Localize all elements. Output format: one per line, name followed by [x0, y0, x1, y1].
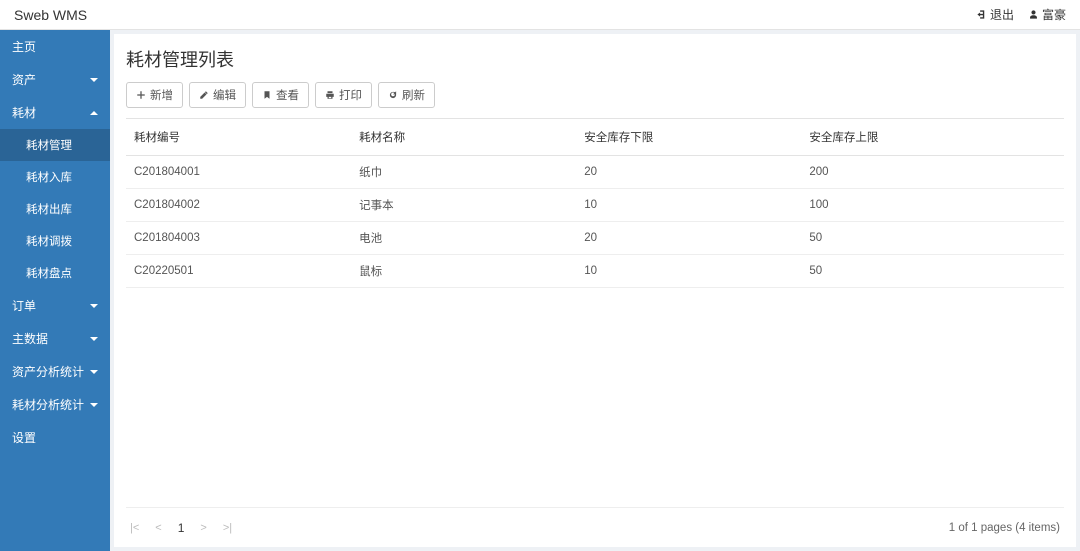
edit-label: 编辑 — [213, 87, 236, 103]
sidebar-item[interactable]: 资产 — [0, 63, 110, 96]
user-icon — [1028, 9, 1039, 20]
pager-controls: |< < 1 > >| — [130, 521, 232, 535]
sidebar-item-label: 资产 — [12, 71, 36, 88]
main-area: 耗材管理列表 新增 编辑 查看 打印 — [110, 30, 1080, 551]
pager-current: 1 — [178, 521, 185, 535]
cell-max: 200 — [801, 156, 1064, 189]
cell-max: 100 — [801, 189, 1064, 222]
pager-summary: 1 of 1 pages (4 items) — [949, 522, 1060, 534]
view-button[interactable]: 查看 — [252, 82, 309, 108]
table-row[interactable]: C201804003电池2050 — [126, 222, 1064, 255]
table-row[interactable]: C20220501鼠标1050 — [126, 255, 1064, 288]
sidebar: 主页资产耗材耗材管理耗材入库耗材出库耗材调拨耗材盘点订单主数据资产分析统计耗材分… — [0, 30, 110, 551]
chevron-down-icon — [90, 370, 98, 374]
sidebar-subitem[interactable]: 耗材入库 — [0, 161, 110, 193]
cell-code: C201804002 — [126, 189, 351, 222]
sidebar-item-label: 耗材 — [12, 104, 36, 121]
sidebar-item-label: 主数据 — [12, 330, 48, 347]
data-table: 耗材编号 耗材名称 安全库存下限 安全库存上限 C201804001纸巾2020… — [126, 118, 1064, 288]
print-label: 打印 — [339, 87, 362, 103]
view-label: 查看 — [276, 87, 299, 103]
table-row[interactable]: C201804002记事本10100 — [126, 189, 1064, 222]
sidebar-item-label: 设置 — [12, 429, 36, 446]
sidebar-item-label: 主页 — [12, 38, 36, 55]
cell-min: 10 — [576, 255, 801, 288]
sidebar-item[interactable]: 设置 — [0, 421, 110, 454]
bookmark-icon — [262, 90, 272, 100]
plus-icon — [136, 90, 146, 100]
cell-name: 记事本 — [351, 189, 576, 222]
logout-icon — [976, 9, 987, 20]
chevron-up-icon — [90, 111, 98, 115]
refresh-label: 刷新 — [402, 87, 425, 103]
sidebar-item[interactable]: 耗材分析统计 — [0, 388, 110, 421]
pager: |< < 1 > >| 1 of 1 pages (4 items) — [126, 507, 1064, 547]
chevron-down-icon — [90, 403, 98, 407]
pager-first-button[interactable]: |< — [130, 522, 139, 534]
cell-name: 鼠标 — [351, 255, 576, 288]
chevron-down-icon — [90, 337, 98, 341]
page-title: 耗材管理列表 — [126, 46, 1064, 72]
sidebar-item[interactable]: 耗材 — [0, 96, 110, 129]
add-label: 新增 — [150, 87, 173, 103]
user-link[interactable]: 富豪 — [1028, 6, 1066, 23]
chevron-down-icon — [90, 304, 98, 308]
print-button[interactable]: 打印 — [315, 82, 372, 108]
cell-code: C20220501 — [126, 255, 351, 288]
edit-button[interactable]: 编辑 — [189, 82, 246, 108]
cell-code: C201804001 — [126, 156, 351, 189]
sidebar-subitem[interactable]: 耗材出库 — [0, 193, 110, 225]
table-header-row: 耗材编号 耗材名称 安全库存下限 安全库存上限 — [126, 119, 1064, 156]
sidebar-item-label: 耗材分析统计 — [12, 396, 84, 413]
cell-max: 50 — [801, 222, 1064, 255]
cell-min: 10 — [576, 189, 801, 222]
sidebar-subitem[interactable]: 耗材调拨 — [0, 225, 110, 257]
cell-min: 20 — [576, 222, 801, 255]
cell-name: 电池 — [351, 222, 576, 255]
col-min[interactable]: 安全库存下限 — [576, 119, 801, 156]
sidebar-item-label: 资产分析统计 — [12, 363, 84, 380]
logout-label: 退出 — [990, 6, 1014, 23]
cell-code: C201804003 — [126, 222, 351, 255]
col-max[interactable]: 安全库存上限 — [801, 119, 1064, 156]
col-code[interactable]: 耗材编号 — [126, 119, 351, 156]
print-icon — [325, 90, 335, 100]
toolbar: 新增 编辑 查看 打印 刷新 — [126, 82, 1064, 108]
user-label: 富豪 — [1042, 6, 1066, 23]
sidebar-subitem[interactable]: 耗材管理 — [0, 129, 110, 161]
brand-title: Sweb WMS — [14, 7, 87, 23]
pager-prev-button[interactable]: < — [155, 522, 161, 534]
topbar-right: 退出 富豪 — [976, 6, 1066, 23]
content-panel: 耗材管理列表 新增 编辑 查看 打印 — [114, 34, 1076, 547]
sidebar-item[interactable]: 主页 — [0, 30, 110, 63]
table-row[interactable]: C201804001纸巾20200 — [126, 156, 1064, 189]
sidebar-item-label: 订单 — [12, 297, 36, 314]
sidebar-item[interactable]: 主数据 — [0, 322, 110, 355]
logout-link[interactable]: 退出 — [976, 6, 1014, 23]
pager-last-button[interactable]: >| — [223, 522, 232, 534]
cell-name: 纸巾 — [351, 156, 576, 189]
sidebar-subitem[interactable]: 耗材盘点 — [0, 257, 110, 289]
refresh-icon — [388, 90, 398, 100]
col-name[interactable]: 耗材名称 — [351, 119, 576, 156]
cell-min: 20 — [576, 156, 801, 189]
pencil-icon — [199, 90, 209, 100]
sidebar-item[interactable]: 资产分析统计 — [0, 355, 110, 388]
topbar: Sweb WMS 退出 富豪 — [0, 0, 1080, 30]
sidebar-item[interactable]: 订单 — [0, 289, 110, 322]
chevron-down-icon — [90, 78, 98, 82]
pager-next-button[interactable]: > — [200, 522, 206, 534]
cell-max: 50 — [801, 255, 1064, 288]
add-button[interactable]: 新增 — [126, 82, 183, 108]
refresh-button[interactable]: 刷新 — [378, 82, 435, 108]
